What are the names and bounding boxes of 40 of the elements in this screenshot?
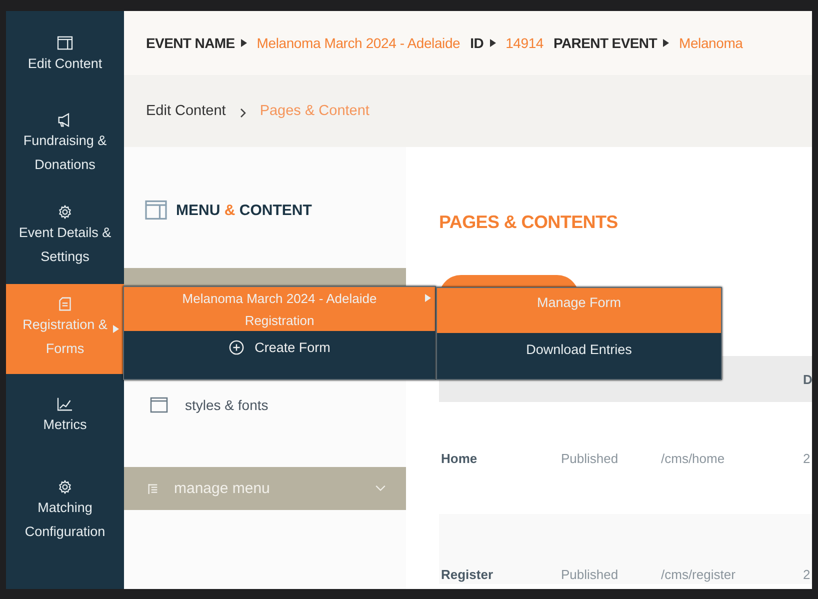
sidebar-item[interactable]: Event Details & Settings [6, 190, 124, 284]
page-title: PAGES & CONTENTS [439, 212, 619, 233]
table-cell-text: /cms/home [660, 450, 726, 466]
breadcrumb-link[interactable]: Edit Content [146, 103, 226, 119]
sidebar-item[interactable]: Matching Configuration [6, 460, 124, 564]
window-icon [57, 36, 73, 50]
page-title-link[interactable]: Home [439, 450, 559, 466]
table-cell-text: 2 [802, 450, 810, 466]
table-cell-text: /cms/register [660, 566, 736, 584]
arrow-icon [490, 39, 496, 47]
panel-title: MENU & CONTENT [176, 202, 312, 218]
window-icon [150, 397, 168, 413]
table-cell-text: 2 [802, 566, 810, 584]
page-title-link[interactable]: Register [439, 566, 559, 584]
menu-link[interactable]: styles & fonts [185, 397, 268, 413]
field-value: 14914 [506, 35, 544, 51]
plus-circle-icon [228, 340, 244, 354]
table-cell-text: Published [560, 566, 620, 584]
field-label: ID [470, 35, 484, 51]
document-icon [57, 297, 73, 311]
menu-item[interactable]: Create Form [124, 331, 435, 363]
arrow-icon [663, 39, 669, 47]
table-cell-text: Published [560, 450, 620, 466]
sidebar-item[interactable]: Metrics [6, 374, 124, 460]
chevron-icon [375, 485, 386, 492]
field-value: Melanoma [679, 35, 743, 51]
window-icon [144, 200, 168, 220]
sidebar-item[interactable]: Fundraising & Donations [6, 100, 124, 190]
chevron-icon [238, 106, 247, 116]
arrow-icon [240, 39, 247, 47]
sidebar-item[interactable]: Edit Content [6, 11, 124, 100]
field-label: EVENT NAME [146, 35, 235, 51]
list-icon [148, 482, 158, 494]
column-header: D [802, 372, 812, 386]
field-value: Melanoma March 2024 - Adelaide [256, 35, 460, 51]
menu-item[interactable]: Download Entries [437, 333, 721, 379]
field-label: PARENT EVENT [554, 35, 657, 51]
gear-icon [57, 205, 73, 219]
chart-icon [57, 397, 73, 411]
gear-icon [57, 480, 73, 494]
